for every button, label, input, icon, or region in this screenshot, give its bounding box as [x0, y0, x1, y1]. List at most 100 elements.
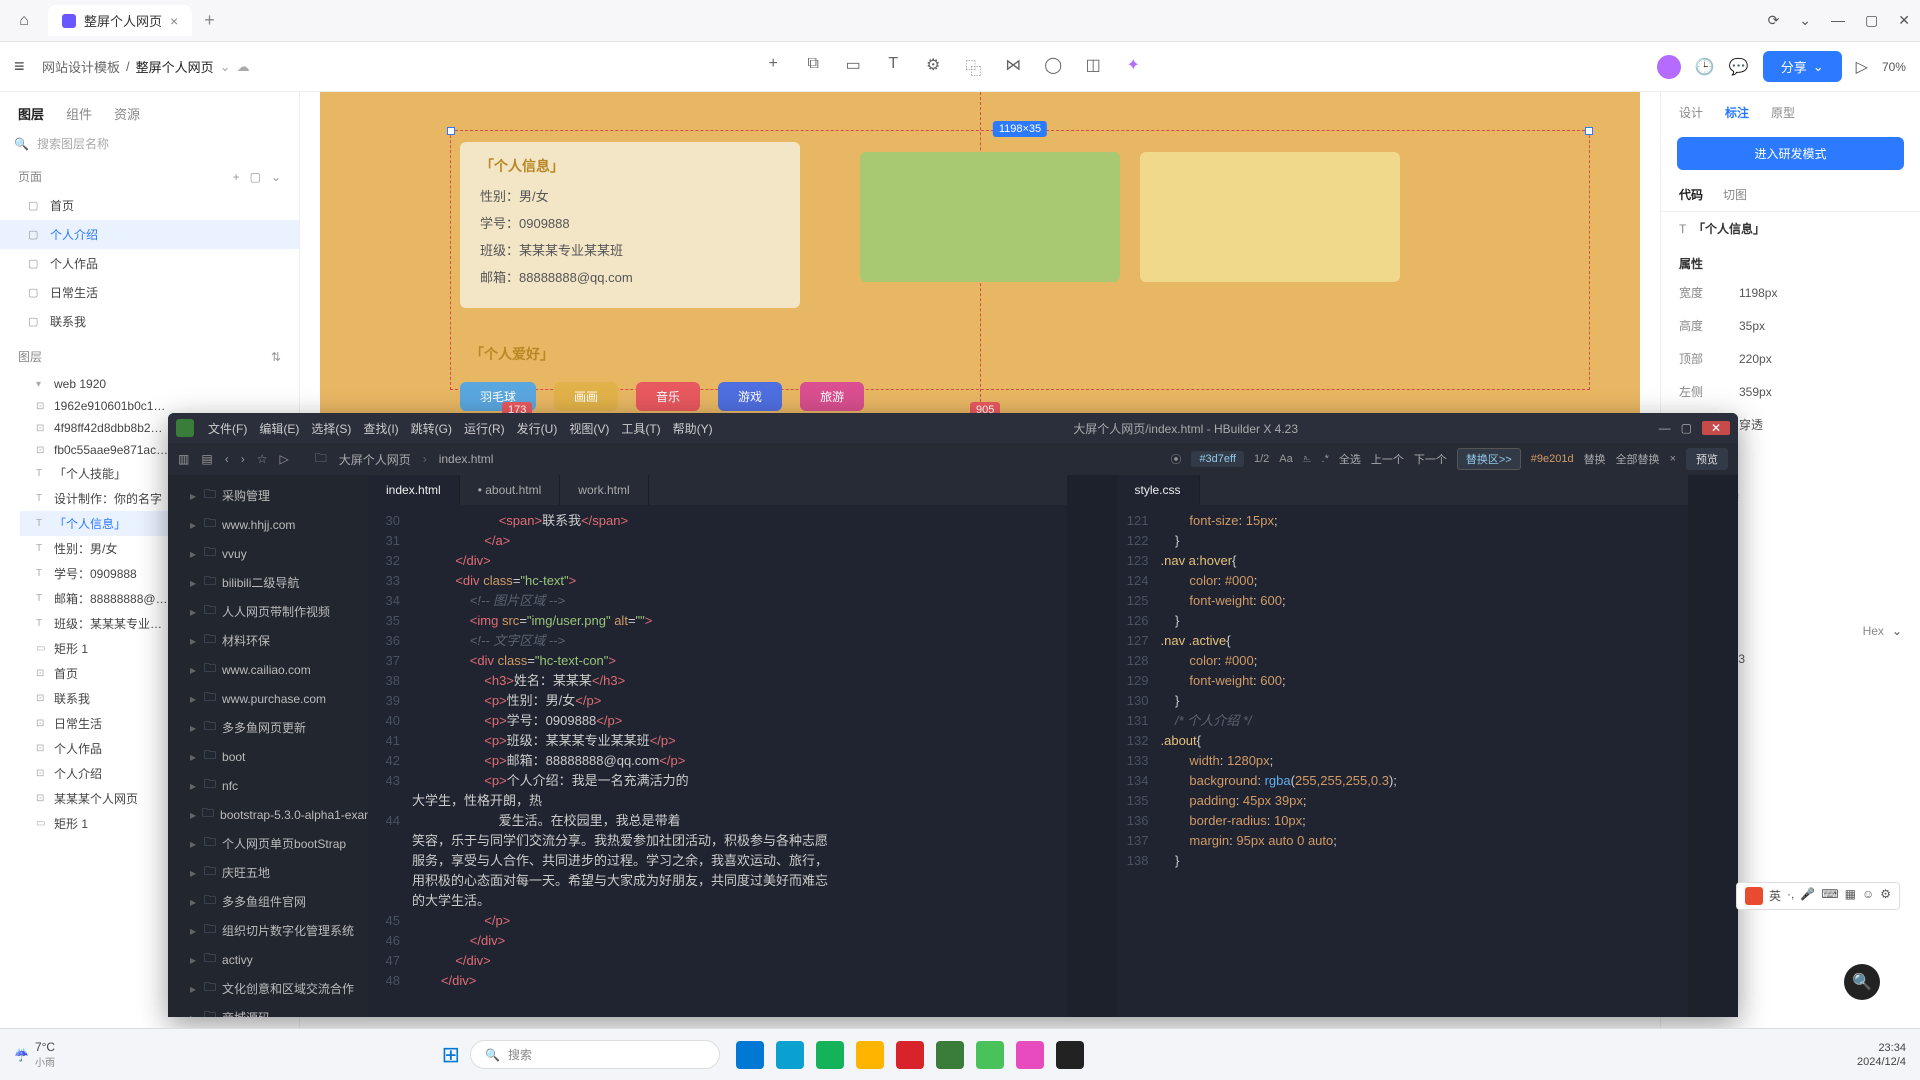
breadcrumb-current[interactable]: 整屏个人网页: [136, 57, 214, 76]
minimap[interactable]: [1688, 475, 1738, 1017]
editor-tab[interactable]: index.html: [368, 475, 460, 505]
home-icon[interactable]: ⌂: [10, 7, 38, 35]
close-icon[interactable]: ✕: [1702, 421, 1730, 435]
tab-components[interactable]: 组件: [66, 104, 92, 123]
menu-item[interactable]: 帮助(Y): [673, 420, 713, 437]
close-window-icon[interactable]: ✕: [1898, 12, 1910, 29]
add-page-icon[interactable]: +: [233, 170, 240, 184]
find-prev[interactable]: 上一个: [1371, 451, 1404, 467]
ai-icon[interactable]: ✦: [1122, 55, 1144, 79]
ide-bc-folder[interactable]: 大屏个人网页: [339, 451, 411, 468]
menu-item[interactable]: 运行(R): [464, 420, 505, 437]
page-item[interactable]: ▢个人作品: [0, 249, 299, 278]
search-fab[interactable]: 🔍: [1844, 964, 1880, 1000]
hamburger-icon[interactable]: ≡: [14, 56, 42, 77]
ide-titlebar[interactable]: 文件(F)编辑(E)选择(S)查找(I)跳转(G)运行(R)发行(U)视图(V)…: [168, 413, 1738, 443]
folder-node[interactable]: ▸🗀采购管理: [168, 481, 368, 510]
editor-tab[interactable]: • about.html: [460, 475, 561, 505]
menu-item[interactable]: 工具(T): [621, 420, 660, 437]
taskbar-app[interactable]: [896, 1041, 924, 1069]
zoom-level[interactable]: 70%: [1882, 60, 1906, 74]
folder-node[interactable]: ▸🗀boot: [168, 742, 368, 771]
folder-node[interactable]: ▸🗀人人网页带制作视频: [168, 597, 368, 626]
find-next[interactable]: 下一个: [1414, 451, 1447, 467]
ime-keyboard-icon[interactable]: ⌨: [1821, 887, 1838, 905]
ime-settings-icon[interactable]: ⚙: [1880, 887, 1891, 905]
code-editor-right[interactable]: 121 font-size: 15px;122 }123.nav a:hover…: [1117, 505, 1689, 1017]
editor-tab[interactable]: work.html: [560, 475, 648, 505]
circle-icon[interactable]: ◯: [1042, 55, 1064, 79]
page-item[interactable]: ▢首页: [0, 191, 299, 220]
back-icon[interactable]: ‹: [225, 452, 229, 466]
folder-icon[interactable]: ▢: [250, 170, 261, 184]
terminal-icon[interactable]: ▤: [201, 452, 212, 466]
taskbar-clock[interactable]: 23:34 2024/12/4: [1857, 1041, 1906, 1069]
maximize-icon[interactable]: ▢: [1681, 421, 1692, 435]
run-icon[interactable]: ▷: [279, 452, 288, 466]
rect-icon[interactable]: ▭: [842, 55, 864, 79]
chevron-down-icon[interactable]: ⌄: [220, 59, 231, 75]
chevron-down-icon[interactable]: ⌄: [1892, 624, 1902, 638]
menu-item[interactable]: 查找(I): [363, 420, 398, 437]
notify-icon[interactable]: 🕒: [1695, 57, 1715, 77]
filter-icon[interactable]: ⇅: [271, 350, 281, 364]
add-icon[interactable]: +: [762, 55, 784, 79]
folder-node[interactable]: ▸🗀商城源码: [168, 1003, 368, 1017]
taskbar-app[interactable]: [776, 1041, 804, 1069]
page-item[interactable]: ▢个人介绍: [0, 220, 299, 249]
rp-tab-proto[interactable]: 原型: [1771, 104, 1795, 121]
folder-node[interactable]: ▸🗀多多鱼网页更新: [168, 713, 368, 742]
new-tab-button[interactable]: +: [204, 10, 215, 31]
breadcrumb-root[interactable]: 网站设计模板: [42, 57, 120, 76]
folder-node[interactable]: ▸🗀www.purchase.com: [168, 684, 368, 713]
rp-tab-annotate[interactable]: 标注: [1725, 104, 1749, 121]
enter-dev-button[interactable]: 进入研发模式: [1677, 137, 1904, 170]
avatar[interactable]: [1657, 55, 1681, 79]
page-item[interactable]: ▢联系我: [0, 307, 299, 336]
close-icon[interactable]: ×: [1670, 453, 1676, 465]
folder-node[interactable]: ▸🗀activy: [168, 945, 368, 974]
connect-icon[interactable]: ⋈: [1002, 55, 1024, 79]
regex-icon[interactable]: .*: [1322, 453, 1329, 465]
folder-node[interactable]: ▸🗀多多鱼组件官网: [168, 887, 368, 916]
slice-icon[interactable]: ◫: [1082, 55, 1104, 79]
rp-subtab-slice[interactable]: 切图: [1723, 186, 1747, 203]
ime-bar[interactable]: 英 ·, 🎤 ⌨ ▦ ☺ ⚙: [1736, 882, 1900, 910]
star-icon[interactable]: ☆: [257, 452, 268, 466]
share-button[interactable]: 分享⌄: [1763, 51, 1842, 82]
taskbar-app[interactable]: [976, 1041, 1004, 1069]
taskbar-app[interactable]: [856, 1041, 884, 1069]
text-icon[interactable]: T: [882, 55, 904, 79]
folder-node[interactable]: ▸🗀vvuy: [168, 539, 368, 568]
menu-item[interactable]: 视图(V): [569, 420, 609, 437]
gear-icon[interactable]: ⚙: [922, 55, 944, 79]
folder-node[interactable]: ▸🗀www.hhjj.com: [168, 510, 368, 539]
replace-button[interactable]: 替换: [1584, 451, 1606, 467]
browser-tab[interactable]: 整屏个人网页 ×: [48, 5, 192, 36]
folder-node[interactable]: ▸🗀组织切片数字化管理系统: [168, 916, 368, 945]
ide-file-tree[interactable]: ▸🗀采购管理▸🗀www.hhjj.com▸🗀vvuy▸🗀bilibili二级导航…: [168, 475, 368, 1017]
minimize-icon[interactable]: —: [1659, 421, 1671, 435]
replace-all-button[interactable]: 全部替换: [1616, 451, 1660, 467]
chevron-down-icon[interactable]: ⌄: [271, 170, 281, 184]
menu-item[interactable]: 文件(F): [208, 420, 247, 437]
taskbar-search[interactable]: 🔍 搜索: [470, 1040, 720, 1069]
minimap[interactable]: [1067, 475, 1117, 1017]
preview-button[interactable]: 预览: [1686, 448, 1728, 470]
code-editor-left[interactable]: 30 <span>联系我</span>31 </a>32 </div>33 <d…: [368, 505, 1067, 1017]
forward-icon[interactable]: ›: [241, 452, 245, 466]
replace-toggle[interactable]: 替换区>>: [1457, 448, 1521, 470]
tree-root[interactable]: ▾web 1920: [20, 373, 299, 395]
ide-bc-file[interactable]: index.html: [439, 452, 494, 466]
find-all[interactable]: 全选: [1339, 451, 1361, 467]
ime-emoji-icon[interactable]: ☺: [1862, 887, 1874, 905]
find-input[interactable]: #3d7eff: [1191, 451, 1244, 467]
case-icon[interactable]: Aa: [1279, 453, 1292, 465]
folder-node[interactable]: ▸🗀www.cailiao.com: [168, 655, 368, 684]
duplicate-icon[interactable]: ⿻: [962, 55, 984, 79]
start-icon[interactable]: ⊞: [442, 1042, 460, 1068]
maximize-icon[interactable]: ▢: [1865, 12, 1878, 29]
taskbar-app[interactable]: [936, 1041, 964, 1069]
ime-grid-icon[interactable]: ▦: [1845, 887, 1856, 905]
refresh-icon[interactable]: ⟳: [1768, 12, 1780, 29]
